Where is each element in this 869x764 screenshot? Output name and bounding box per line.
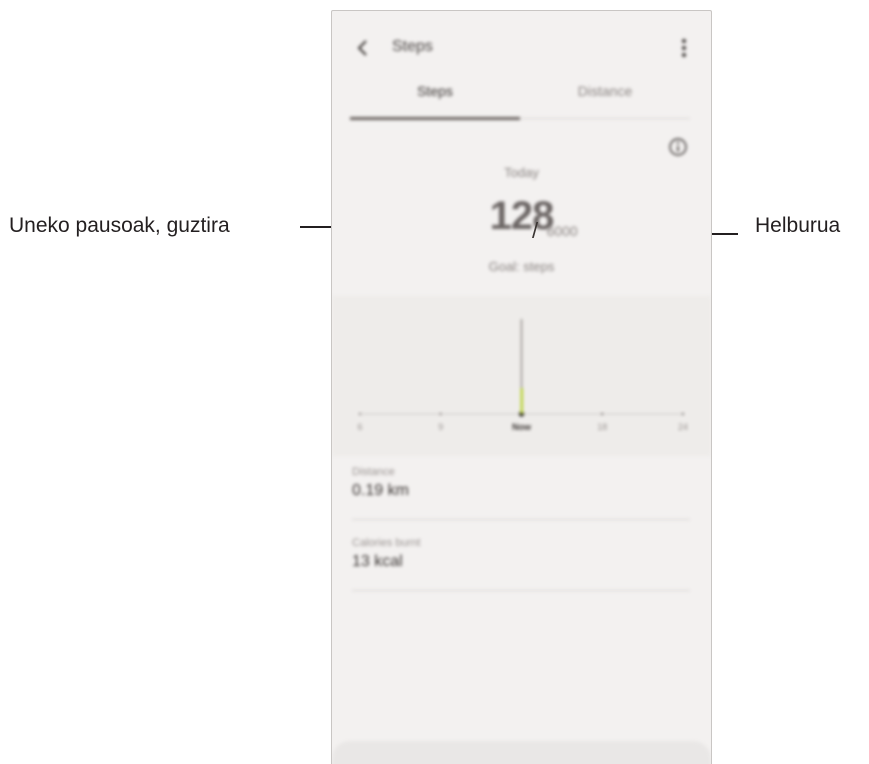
app-bar: Steps — [332, 11, 711, 91]
chart-tick-label: 24 — [678, 422, 688, 432]
steps-summary: 128 — [332, 194, 711, 239]
chart-tick — [439, 412, 442, 416]
chart-tick — [358, 412, 362, 416]
steps-chart-svg: 6 9 Now 18 24 — [357, 319, 688, 432]
steps-chart: 6 9 Now 18 24 — [332, 296, 711, 456]
tab-bar: Steps Distance — [350, 83, 690, 123]
stat-divider — [352, 590, 690, 591]
steps-subtitle: Goal: steps — [488, 259, 555, 274]
goal-steps: 6000 — [546, 223, 578, 239]
chart-bar — [520, 388, 523, 414]
stat-calories-value: 13 kcal — [352, 553, 403, 570]
chevron-left-icon[interactable] — [352, 37, 374, 59]
tab-steps[interactable]: Steps — [350, 83, 520, 99]
app-title: Steps — [392, 38, 433, 55]
steps-caption: Today — [504, 165, 539, 180]
chart-tick — [601, 412, 604, 416]
stat-calories-label: Calories burnt — [352, 537, 421, 549]
stat-distance: Distance 0.19 km — [352, 466, 690, 500]
callout-current-steps-label: Uneko pausoak, guztira — [9, 214, 230, 237]
chart-tick-label: 6 — [357, 422, 362, 432]
goal-group: / 6000 — [528, 218, 578, 244]
stat-calories: Calories burnt 13 kcal — [352, 537, 690, 571]
steps-slash: / — [532, 218, 539, 243]
callout-goal-label: Helburua — [755, 214, 841, 237]
info-icon[interactable] — [668, 137, 688, 157]
chart-tick — [681, 412, 685, 416]
chart-tick-label: 18 — [597, 422, 607, 432]
tab-distance[interactable]: Distance — [520, 83, 690, 99]
bottom-bar — [332, 741, 711, 764]
phone-screen: Steps Steps Distance Today 128 Goal: ste… — [331, 10, 712, 764]
tab-divider — [520, 118, 690, 119]
more-vertical-icon[interactable] — [679, 37, 689, 59]
stat-distance-value: 0.19 km — [352, 482, 409, 499]
chart-tick-label: 9 — [438, 422, 443, 432]
tab-indicator — [350, 117, 520, 120]
stat-divider — [352, 519, 690, 520]
stat-distance-label: Distance — [352, 466, 395, 478]
chart-tick-label: Now — [512, 422, 532, 432]
